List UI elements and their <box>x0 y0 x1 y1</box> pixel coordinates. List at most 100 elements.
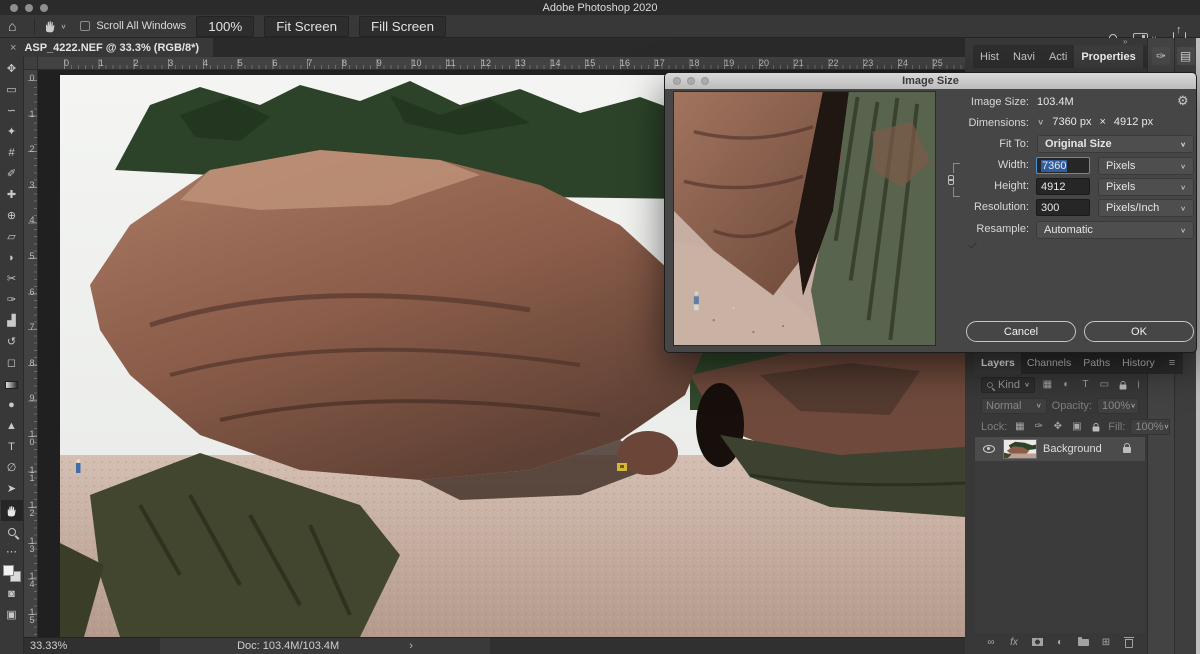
close-tab-icon[interactable]: × <box>10 42 16 54</box>
zoom-100-button[interactable]: 100% <box>196 16 254 37</box>
dodge-tool[interactable]: ◗ <box>1 248 23 269</box>
ruler-top[interactable]: 0123456789101112131415161718192021222324… <box>38 57 965 70</box>
tab-properties[interactable]: Properties <box>1074 45 1142 68</box>
type-tool[interactable]: T <box>1 437 23 458</box>
tab-history[interactable]: History <box>1116 352 1161 374</box>
delete-layer-icon[interactable] <box>1123 635 1135 650</box>
width-unit-dropdown[interactable]: Pixels ∨ <box>1098 157 1194 175</box>
add-layer-mask-icon[interactable] <box>1031 635 1043 650</box>
healing-brush-tool[interactable]: ⊕ <box>1 206 23 227</box>
more-tools[interactable]: ⋯ <box>1 542 23 563</box>
layer-thumbnail[interactable] <box>1003 439 1037 459</box>
rectangular-marquee-tool[interactable]: ▭ <box>1 80 23 101</box>
fit-screen-button[interactable]: Fit Screen <box>264 16 349 37</box>
layer-filter-kind-dropdown[interactable]: Kind ∨ <box>981 377 1035 393</box>
ok-button[interactable]: OK <box>1084 321 1194 342</box>
gradient-tool[interactable] <box>1 374 23 395</box>
dialog-title-bar[interactable]: Image Size <box>665 73 1196 89</box>
link-layers-icon[interactable]: ∞ <box>985 635 997 650</box>
doc-size-status[interactable]: Doc: 103.4M/103.4M › <box>160 638 490 654</box>
tab-layers[interactable]: Layers <box>975 352 1021 374</box>
screen-mode-button[interactable]: ▣ <box>1 605 23 626</box>
dimensions-height-value: 4912 px <box>1114 116 1153 128</box>
layer-effects-icon[interactable]: fx <box>1008 635 1020 650</box>
filter-adjustment-layers-icon[interactable]: ◐ <box>1059 377 1074 392</box>
adjustment-layer-icon[interactable]: ◐ <box>1054 635 1066 650</box>
resolution-unit-dropdown[interactable]: Pixels/Inch ∨ <box>1098 199 1194 217</box>
crop-tool[interactable]: # <box>1 143 23 164</box>
filter-shape-layers-icon[interactable]: ▭ <box>1097 377 1112 392</box>
lock-transparency-icon[interactable]: ▦ <box>1012 419 1027 434</box>
tab-acti[interactable]: Acti <box>1042 45 1074 68</box>
height-unit-dropdown[interactable]: Pixels ∨ <box>1098 178 1194 196</box>
eraser-tool[interactable]: ◻ <box>1 353 23 374</box>
zoom-tool[interactable] <box>1 521 23 542</box>
move-tool[interactable]: ✥ <box>1 59 23 80</box>
ruler-left[interactable]: 0123456789101112131415 <box>24 70 38 637</box>
tab-navi[interactable]: Navi <box>1006 45 1042 68</box>
filter-pixel-layers-icon[interactable]: ▦ <box>1040 377 1055 392</box>
image-size-preview[interactable] <box>673 91 936 346</box>
layer-row-background[interactable]: Background <box>975 437 1145 461</box>
layer-visibility-eye-icon[interactable] <box>983 445 995 453</box>
lock-artboard-icon[interactable]: ▣ <box>1069 419 1084 434</box>
new-layer-icon[interactable]: ⊞ <box>1100 635 1112 650</box>
lock-all-icon[interactable] <box>1088 419 1103 434</box>
opacity-dropdown[interactable]: 100% ∨ <box>1097 398 1139 414</box>
fill-dropdown[interactable]: 100% ∨ <box>1130 419 1170 435</box>
cancel-button[interactable]: Cancel <box>966 321 1076 342</box>
document-tab[interactable]: × ASP_4222.NEF @ 33.3% (RGB/8*) <box>0 38 213 57</box>
frame-tool[interactable]: ∅ <box>1 458 23 479</box>
path-selection-tool[interactable]: ➤ <box>1 479 23 500</box>
scroll-all-windows-checkbox[interactable]: Scroll All Windows <box>80 20 186 32</box>
width-label: Width: <box>919 159 1029 171</box>
quick-mask-button[interactable]: ◙ <box>1 584 23 605</box>
tab-paths[interactable]: Paths <box>1077 352 1116 374</box>
height-input[interactable]: 4912 <box>1036 178 1090 195</box>
blend-mode-dropdown[interactable]: Normal ∨ <box>981 398 1047 414</box>
zoom-level-field[interactable]: 33.33% <box>30 640 100 652</box>
libraries-panel-icon[interactable]: ▤ <box>1177 47 1195 65</box>
filter-toggle-icon[interactable] <box>1138 380 1139 389</box>
chevron-down-icon[interactable]: ∨ <box>60 22 66 29</box>
resample-dropdown[interactable]: Automatic ∨ <box>1036 221 1194 239</box>
image-size-dialog: Image Size Image Size: 103.4M ⚙ <box>664 72 1197 353</box>
history-brush-tool[interactable]: ↺ <box>1 332 23 353</box>
tab-channels[interactable]: Channels <box>1021 352 1077 374</box>
width-input[interactable]: 7360 <box>1036 157 1090 174</box>
brush-tool[interactable]: ✑ <box>1 290 23 311</box>
filter-type-layers-icon[interactable]: T <box>1078 377 1093 392</box>
hand-tool[interactable] <box>1 500 23 521</box>
fit-to-dropdown[interactable]: Original Size ∨ <box>1037 135 1194 153</box>
hand-tool-preset[interactable]: ∨ <box>43 19 66 33</box>
gear-icon[interactable]: ⚙ <box>1177 93 1189 109</box>
dimensions-chevron-icon[interactable]: ∨ <box>1037 118 1044 127</box>
layers-panel-menu-icon[interactable]: ≡ <box>1161 352 1183 374</box>
fill-label: Fill: <box>1108 421 1125 433</box>
eyedropper-tool[interactable]: ✐ <box>1 164 23 185</box>
clone-stamp-tool[interactable]: ▟ <box>1 311 23 332</box>
tab-hist[interactable]: Hist <box>973 45 1006 68</box>
checkbox-icon[interactable] <box>80 21 90 31</box>
quick-selection-tool[interactable]: ✦ <box>1 122 23 143</box>
patch-tool[interactable]: ▱ <box>1 227 23 248</box>
filter-smart-objects-icon[interactable] <box>1116 377 1131 392</box>
new-group-icon[interactable] <box>1077 635 1089 650</box>
foreground-color-swatch[interactable] <box>3 565 14 576</box>
brush-settings-panel-icon[interactable]: ✑ <box>1152 47 1170 65</box>
lock-pixels-icon[interactable]: ✑ <box>1031 419 1046 434</box>
ruler-number: 7 <box>307 58 312 68</box>
lasso-tool[interactable]: ∽ <box>1 101 23 122</box>
lock-position-icon[interactable]: ✥ <box>1050 419 1065 434</box>
blur-tool[interactable]: ● <box>1 395 23 416</box>
pen-tool[interactable]: ▲ <box>1 416 23 437</box>
spot-healing-brush-tool[interactable]: ✚ <box>1 185 23 206</box>
fill-screen-button[interactable]: Fill Screen <box>359 16 446 37</box>
ruler-corner[interactable] <box>24 57 38 70</box>
resolution-input[interactable]: 300 <box>1036 199 1090 216</box>
chevron-right-icon[interactable]: › <box>409 640 413 652</box>
scissors-tool[interactable]: ✂ <box>1 269 23 290</box>
home-icon[interactable]: ⌂ <box>8 19 16 33</box>
color-swatches[interactable] <box>1 563 23 584</box>
status-bar: 33.33% Doc: 103.4M/103.4M › <box>24 637 965 654</box>
